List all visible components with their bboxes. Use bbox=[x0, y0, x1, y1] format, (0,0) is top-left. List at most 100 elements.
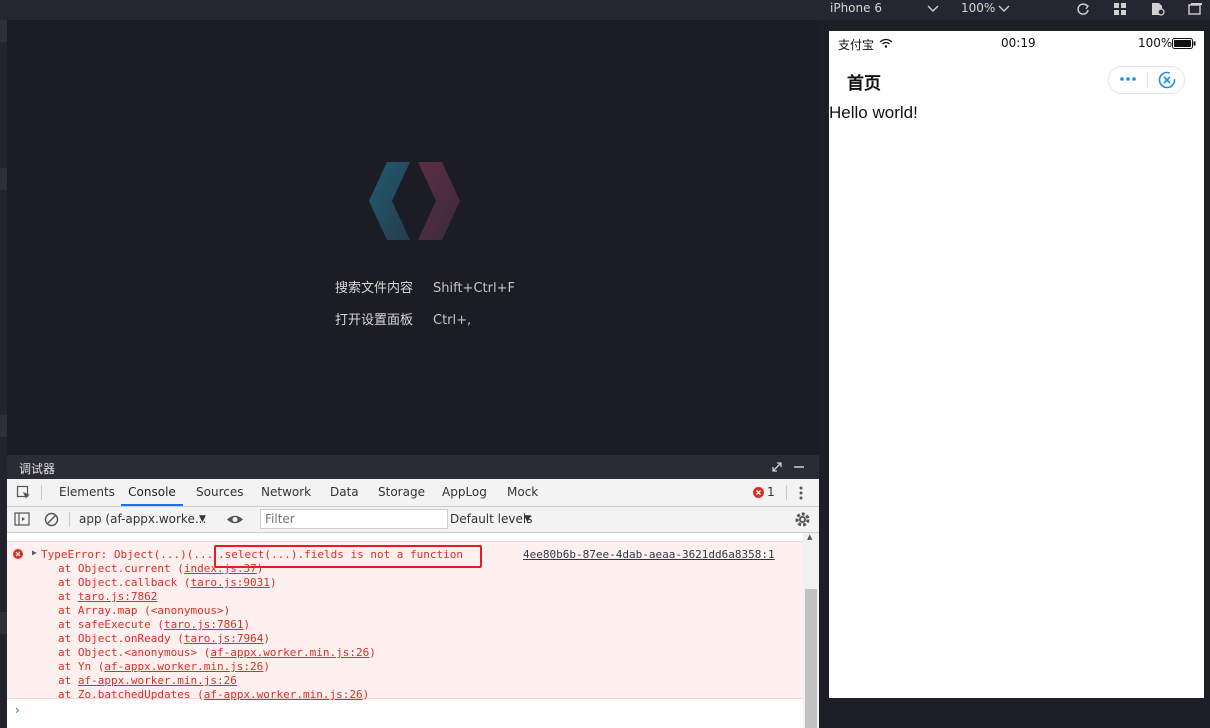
error-head-text: TypeError: Object(...)(... bbox=[41, 548, 214, 561]
error-icon bbox=[13, 549, 23, 559]
phone-simulator: 支付宝 00:19 100% 首页 Hello world! bbox=[829, 31, 1204, 698]
stack-frame-suffix: ) bbox=[243, 618, 251, 631]
divider bbox=[69, 512, 70, 527]
console-toolbar: app (af-appx.worke... ▼ Default levels ▼ bbox=[7, 507, 819, 533]
stack-frame-text: at bbox=[58, 674, 78, 687]
scroll-thumb[interactable] bbox=[805, 589, 817, 728]
tab-data[interactable]: Data bbox=[330, 479, 359, 506]
error-icon[interactable] bbox=[753, 487, 764, 498]
more-dots-icon[interactable] bbox=[1119, 76, 1137, 82]
shortcut-search-files: 搜索文件内容 Shift+Ctrl+F bbox=[335, 277, 515, 296]
inspect-icon[interactable] bbox=[16, 485, 32, 501]
gear-icon[interactable] bbox=[794, 511, 811, 528]
stack-frame-text: at Zo.batchedUpdates ( bbox=[58, 688, 204, 701]
ide-logo-icon bbox=[369, 162, 460, 240]
page-content-text: Hello world! bbox=[829, 103, 918, 122]
sidebar-toggle-icon[interactable] bbox=[14, 512, 30, 527]
chevron-down-icon[interactable]: ▼ bbox=[199, 507, 206, 532]
battery-percent: 100% bbox=[1138, 36, 1173, 50]
stack-frame-text: at safeExecute ( bbox=[58, 618, 164, 631]
stack-frame: at af-appx.worker.min.js:26 bbox=[58, 674, 237, 687]
grid-icon[interactable] bbox=[1113, 2, 1129, 16]
console-error-message[interactable]: ▶ TypeError: Object(...)(... .select(...… bbox=[7, 541, 803, 701]
stack-frame-link[interactable]: af-appx.worker.min.js:26 bbox=[78, 674, 237, 687]
stack-frame-link[interactable]: af-appx.worker.min.js:26 bbox=[104, 660, 263, 673]
debugger-header: 调试器 bbox=[7, 455, 819, 479]
stack-frame-link[interactable]: af-appx.worker.min.js:26 bbox=[204, 688, 363, 701]
battery-icon bbox=[1172, 38, 1196, 49]
stack-frame-link[interactable]: taro.js:7862 bbox=[78, 590, 157, 603]
stack-frame-suffix: ) bbox=[256, 562, 264, 575]
stack-frame: at Object.<anonymous> (af-appx.worker.mi… bbox=[58, 646, 376, 659]
context-select[interactable]: app (af-appx.worke... bbox=[79, 507, 206, 532]
stack-frame: at taro.js:7862 bbox=[58, 590, 157, 603]
page-title: 首页 bbox=[847, 74, 881, 94]
zoom-select[interactable]: 100% bbox=[961, 0, 995, 20]
devtools-panel: Elements Console Sources Network Data St… bbox=[7, 479, 819, 728]
stack-frame-link[interactable]: taro.js:7964 bbox=[184, 632, 263, 645]
shortcut-keys: Ctrl+, bbox=[433, 313, 472, 328]
stack-frame-link[interactable]: index.js:37 bbox=[184, 562, 257, 575]
error-count[interactable]: 1 bbox=[767, 479, 775, 506]
tab-sources[interactable]: Sources bbox=[196, 479, 243, 506]
filter-input[interactable] bbox=[260, 509, 448, 529]
scroll-up-icon[interactable]: ▲ bbox=[807, 533, 812, 541]
tab-applog[interactable]: AppLog bbox=[442, 479, 487, 506]
stack-frame-link[interactable]: af-appx.worker.min.js:26 bbox=[210, 646, 369, 659]
stack-frame-suffix: ) bbox=[362, 688, 370, 701]
rail-item[interactable] bbox=[0, 168, 7, 190]
chevron-down-icon[interactable] bbox=[996, 2, 1012, 16]
expand-triangle-icon[interactable]: ▶ bbox=[32, 548, 37, 557]
console-output: ▶ TypeError: Object(...)(... .select(...… bbox=[7, 533, 803, 728]
file-settings-icon[interactable] bbox=[1150, 2, 1166, 16]
rail-item[interactable] bbox=[0, 415, 7, 437]
debugger-title: 调试器 bbox=[19, 462, 56, 476]
chevron-down-icon[interactable]: ▼ bbox=[524, 507, 531, 532]
eye-icon[interactable] bbox=[226, 513, 244, 526]
stack-frame: at Object.callback (taro.js:9031) bbox=[58, 576, 277, 589]
minimize-icon[interactable] bbox=[793, 461, 805, 473]
rail-item[interactable] bbox=[0, 612, 7, 634]
stack-frame-text: at Object.<anonymous> ( bbox=[58, 646, 211, 659]
console-prompt[interactable]: › bbox=[15, 703, 20, 717]
divider bbox=[786, 485, 787, 500]
editor-welcome: 搜索文件内容 Shift+Ctrl+F 打开设置面板 Ctrl+, bbox=[7, 20, 819, 455]
shortcut-open-settings: 打开设置面板 Ctrl+, bbox=[335, 309, 471, 328]
status-time: 00:19 bbox=[1001, 36, 1036, 50]
stack-frame-suffix: ) bbox=[269, 576, 277, 589]
stack-frame-text: at Object.current ( bbox=[58, 562, 184, 575]
divider bbox=[1147, 72, 1148, 88]
tab-elements[interactable]: Elements bbox=[59, 479, 115, 506]
console-scrollbar[interactable]: ▲ bbox=[803, 533, 819, 728]
refresh-icon[interactable] bbox=[1075, 2, 1091, 16]
close-circle-icon[interactable] bbox=[1157, 70, 1177, 90]
stack-frame: at Object.onReady (taro.js:7964) bbox=[58, 632, 270, 645]
log-levels-select[interactable]: Default levels bbox=[450, 507, 532, 532]
tab-storage[interactable]: Storage bbox=[378, 479, 425, 506]
clear-icon[interactable] bbox=[44, 512, 59, 527]
stack-frame-text: at Yn ( bbox=[58, 660, 105, 673]
tab-mock[interactable]: Mock bbox=[507, 479, 538, 506]
menu-capsule bbox=[1108, 66, 1185, 94]
tab-console[interactable]: Console bbox=[121, 479, 183, 506]
stack-frame: at Zo.batchedUpdates (af-appx.worker.min… bbox=[58, 688, 369, 701]
more-icon[interactable] bbox=[798, 485, 804, 501]
shortcut-keys: Shift+Ctrl+F bbox=[433, 281, 515, 296]
stack-frame: at Object.current (index.js:37) bbox=[58, 562, 263, 575]
error-source-link[interactable]: 4ee80b6b-87ee-4dab-aeaa-3621dd6a8358:1 bbox=[523, 548, 775, 561]
stack-frame-link[interactable]: taro.js:9031 bbox=[190, 576, 269, 589]
device-select[interactable]: iPhone 6 bbox=[830, 0, 882, 20]
tab-network[interactable]: Network bbox=[261, 479, 311, 506]
stack-frame: at Yn (af-appx.worker.min.js:26) bbox=[58, 660, 270, 673]
stack-frame-link[interactable]: taro.js:7861 bbox=[164, 618, 243, 631]
chevron-down-icon[interactable] bbox=[925, 2, 941, 16]
navigation-bar: 首页 bbox=[829, 55, 1204, 103]
stack-frame-suffix: ) bbox=[369, 646, 376, 659]
rail-item[interactable] bbox=[0, 20, 7, 42]
window-icon[interactable] bbox=[1187, 2, 1203, 16]
expand-icon[interactable] bbox=[771, 461, 783, 473]
shortcut-label: 打开设置面板 bbox=[335, 313, 414, 328]
stack-frame-text: at Object.callback ( bbox=[58, 576, 191, 589]
status-bar: 支付宝 00:19 100% bbox=[829, 31, 1204, 55]
stack-frame: at safeExecute (taro.js:7861) bbox=[58, 618, 250, 631]
